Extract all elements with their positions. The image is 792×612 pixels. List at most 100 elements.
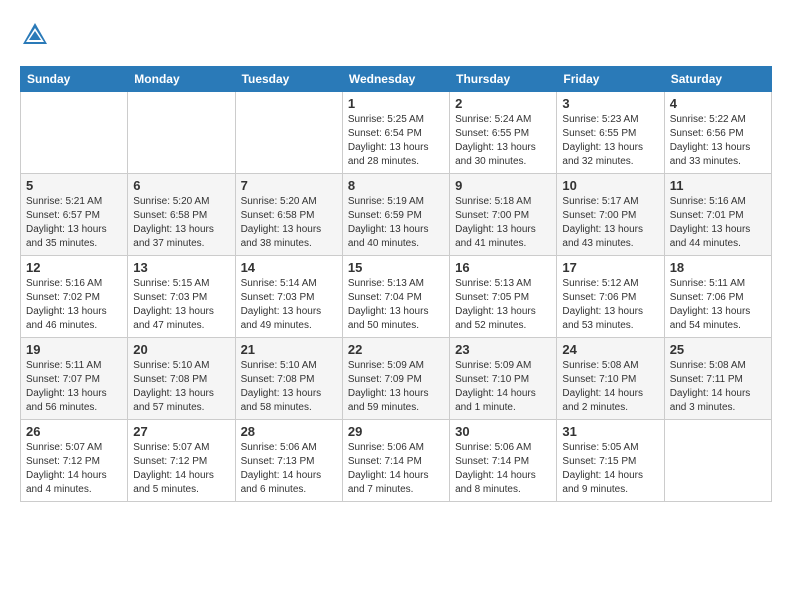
day-number: 12 xyxy=(26,260,122,275)
calendar-cell: 11 Sunrise: 5:16 AM Sunset: 7:01 PM Dayli… xyxy=(664,174,771,256)
calendar-week-row: 19 Sunrise: 5:11 AM Sunset: 7:07 PM Dayli… xyxy=(21,338,772,420)
day-header-wednesday: Wednesday xyxy=(342,67,449,92)
calendar-cell: 20 Sunrise: 5:10 AM Sunset: 7:08 PM Dayli… xyxy=(128,338,235,420)
day-number: 27 xyxy=(133,424,229,439)
calendar-cell: 16Sunrise: 5:13 AM Sunset: 7:05 PM Dayli… xyxy=(450,256,557,338)
day-number: 15 xyxy=(348,260,444,275)
day-info: Sunrise: 5:20 AM Sunset: 6:58 PM Dayligh… xyxy=(241,195,337,251)
day-number: 9 xyxy=(455,178,551,193)
day-header-friday: Friday xyxy=(557,67,664,92)
day-info: Sunrise: 5:06 AM Sunset: 7:13 PM Dayligh… xyxy=(241,441,337,497)
day-info: Sunrise: 5:24 AM Sunset: 6:55 PM Dayligh… xyxy=(455,113,551,169)
day-info: Sunrise: 5:09 AM Sunset: 7:09 PM Dayligh… xyxy=(348,359,444,415)
calendar-week-row: 1 Sunrise: 5:25 AM Sunset: 6:54 PM Daylig… xyxy=(21,92,772,174)
day-header-thursday: Thursday xyxy=(450,67,557,92)
day-number: 25 xyxy=(670,342,766,357)
page-header xyxy=(20,20,772,50)
day-number: 8 xyxy=(348,178,444,193)
calendar-cell: 9 Sunrise: 5:18 AM Sunset: 7:00 PM Daylig… xyxy=(450,174,557,256)
day-number: 1 xyxy=(348,96,444,111)
day-header-saturday: Saturday xyxy=(664,67,771,92)
day-number: 23 xyxy=(455,342,551,357)
day-info: Sunrise: 5:18 AM Sunset: 7:00 PM Dayligh… xyxy=(455,195,551,251)
day-info: Sunrise: 5:25 AM Sunset: 6:54 PM Dayligh… xyxy=(348,113,444,169)
day-number: 17 xyxy=(562,260,658,275)
day-header-monday: Monday xyxy=(128,67,235,92)
day-number: 19 xyxy=(26,342,122,357)
day-number: 11 xyxy=(670,178,766,193)
calendar-cell xyxy=(21,92,128,174)
calendar-cell: 6 Sunrise: 5:20 AM Sunset: 6:58 PM Daylig… xyxy=(128,174,235,256)
day-header-tuesday: Tuesday xyxy=(235,67,342,92)
day-info: Sunrise: 5:09 AM Sunset: 7:10 PM Dayligh… xyxy=(455,359,551,415)
calendar-cell: 17 Sunrise: 5:12 AM Sunset: 7:06 PM Dayli… xyxy=(557,256,664,338)
calendar-cell xyxy=(128,92,235,174)
day-number: 26 xyxy=(26,424,122,439)
day-number: 21 xyxy=(241,342,337,357)
day-info: Sunrise: 5:12 AM Sunset: 7:06 PM Dayligh… xyxy=(562,277,658,333)
logo xyxy=(20,20,54,50)
day-info: Sunrise: 5:17 AM Sunset: 7:00 PM Dayligh… xyxy=(562,195,658,251)
calendar-cell: 29 Sunrise: 5:06 AM Sunset: 7:14 PM Dayli… xyxy=(342,420,449,502)
day-info: Sunrise: 5:20 AM Sunset: 6:58 PM Dayligh… xyxy=(133,195,229,251)
calendar-cell: 2 Sunrise: 5:24 AM Sunset: 6:55 PM Daylig… xyxy=(450,92,557,174)
calendar-cell: 26Sunrise: 5:07 AM Sunset: 7:12 PM Dayli… xyxy=(21,420,128,502)
calendar-cell: 4 Sunrise: 5:22 AM Sunset: 6:56 PM Daylig… xyxy=(664,92,771,174)
calendar-cell: 3 Sunrise: 5:23 AM Sunset: 6:55 PM Daylig… xyxy=(557,92,664,174)
day-info: Sunrise: 5:11 AM Sunset: 7:06 PM Dayligh… xyxy=(670,277,766,333)
calendar-cell: 1 Sunrise: 5:25 AM Sunset: 6:54 PM Daylig… xyxy=(342,92,449,174)
day-info: Sunrise: 5:21 AM Sunset: 6:57 PM Dayligh… xyxy=(26,195,122,251)
day-number: 31 xyxy=(562,424,658,439)
calendar-cell: 13Sunrise: 5:15 AM Sunset: 7:03 PM Dayli… xyxy=(128,256,235,338)
calendar-cell: 5 Sunrise: 5:21 AM Sunset: 6:57 PM Daylig… xyxy=(21,174,128,256)
day-number: 30 xyxy=(455,424,551,439)
calendar-cell: 10 Sunrise: 5:17 AM Sunset: 7:00 PM Dayli… xyxy=(557,174,664,256)
day-info: Sunrise: 5:08 AM Sunset: 7:10 PM Dayligh… xyxy=(562,359,658,415)
day-number: 3 xyxy=(562,96,658,111)
calendar-cell: 8Sunrise: 5:19 AM Sunset: 6:59 PM Daylig… xyxy=(342,174,449,256)
calendar-cell: 31 Sunrise: 5:05 AM Sunset: 7:15 PM Dayli… xyxy=(557,420,664,502)
day-number: 16 xyxy=(455,260,551,275)
day-info: Sunrise: 5:14 AM Sunset: 7:03 PM Dayligh… xyxy=(241,277,337,333)
day-info: Sunrise: 5:10 AM Sunset: 7:08 PM Dayligh… xyxy=(133,359,229,415)
day-number: 29 xyxy=(348,424,444,439)
calendar-header-row: SundayMondayTuesdayWednesdayThursdayFrid… xyxy=(21,67,772,92)
day-number: 22 xyxy=(348,342,444,357)
calendar-cell: 27 Sunrise: 5:07 AM Sunset: 7:12 PM Dayli… xyxy=(128,420,235,502)
calendar-cell: 14 Sunrise: 5:14 AM Sunset: 7:03 PM Dayli… xyxy=(235,256,342,338)
day-number: 14 xyxy=(241,260,337,275)
day-info: Sunrise: 5:11 AM Sunset: 7:07 PM Dayligh… xyxy=(26,359,122,415)
calendar-cell: 19 Sunrise: 5:11 AM Sunset: 7:07 PM Dayli… xyxy=(21,338,128,420)
day-number: 2 xyxy=(455,96,551,111)
day-info: Sunrise: 5:06 AM Sunset: 7:14 PM Dayligh… xyxy=(455,441,551,497)
day-info: Sunrise: 5:07 AM Sunset: 7:12 PM Dayligh… xyxy=(133,441,229,497)
calendar-cell: 7 Sunrise: 5:20 AM Sunset: 6:58 PM Daylig… xyxy=(235,174,342,256)
day-info: Sunrise: 5:05 AM Sunset: 7:15 PM Dayligh… xyxy=(562,441,658,497)
calendar-cell: 28 Sunrise: 5:06 AM Sunset: 7:13 PM Dayli… xyxy=(235,420,342,502)
logo-icon xyxy=(20,20,50,50)
day-number: 6 xyxy=(133,178,229,193)
day-info: Sunrise: 5:22 AM Sunset: 6:56 PM Dayligh… xyxy=(670,113,766,169)
calendar-cell: 15 Sunrise: 5:13 AM Sunset: 7:04 PM Dayli… xyxy=(342,256,449,338)
day-info: Sunrise: 5:16 AM Sunset: 7:02 PM Dayligh… xyxy=(26,277,122,333)
day-number: 10 xyxy=(562,178,658,193)
day-info: Sunrise: 5:16 AM Sunset: 7:01 PM Dayligh… xyxy=(670,195,766,251)
calendar-cell: 12 Sunrise: 5:16 AM Sunset: 7:02 PM Dayli… xyxy=(21,256,128,338)
calendar-cell: 24Sunrise: 5:08 AM Sunset: 7:10 PM Dayli… xyxy=(557,338,664,420)
calendar-week-row: 5 Sunrise: 5:21 AM Sunset: 6:57 PM Daylig… xyxy=(21,174,772,256)
day-number: 4 xyxy=(670,96,766,111)
calendar-cell: 30 Sunrise: 5:06 AM Sunset: 7:14 PM Dayli… xyxy=(450,420,557,502)
day-number: 28 xyxy=(241,424,337,439)
day-info: Sunrise: 5:06 AM Sunset: 7:14 PM Dayligh… xyxy=(348,441,444,497)
day-number: 20 xyxy=(133,342,229,357)
day-info: Sunrise: 5:23 AM Sunset: 6:55 PM Dayligh… xyxy=(562,113,658,169)
calendar-week-row: 12 Sunrise: 5:16 AM Sunset: 7:02 PM Dayli… xyxy=(21,256,772,338)
calendar-cell xyxy=(235,92,342,174)
day-number: 7 xyxy=(241,178,337,193)
calendar-cell: 18Sunrise: 5:11 AM Sunset: 7:06 PM Dayli… xyxy=(664,256,771,338)
day-number: 5 xyxy=(26,178,122,193)
day-number: 13 xyxy=(133,260,229,275)
day-info: Sunrise: 5:13 AM Sunset: 7:04 PM Dayligh… xyxy=(348,277,444,333)
day-header-sunday: Sunday xyxy=(21,67,128,92)
day-info: Sunrise: 5:10 AM Sunset: 7:08 PM Dayligh… xyxy=(241,359,337,415)
